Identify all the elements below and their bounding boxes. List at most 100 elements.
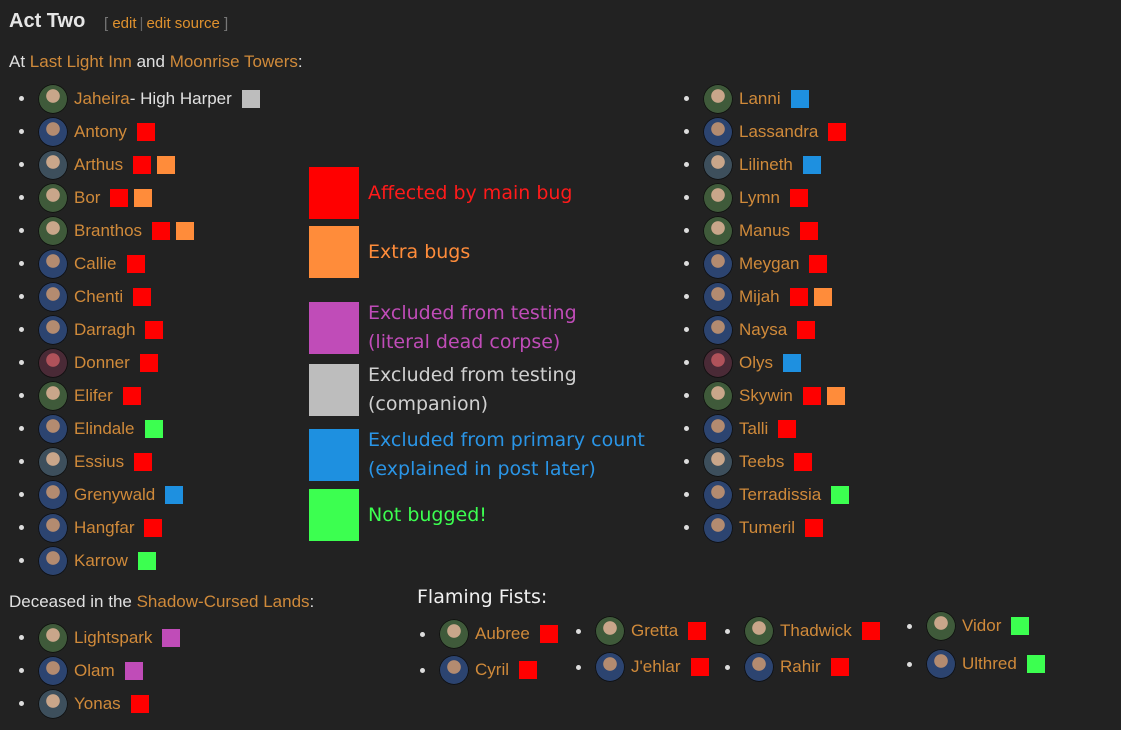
- status-square-red: [126, 254, 145, 273]
- portrait-icon[interactable]: [38, 314, 68, 345]
- npc-name-link[interactable]: Cyril: [475, 660, 509, 680]
- npc-name-link[interactable]: Elifer: [74, 386, 113, 406]
- npc-name-link[interactable]: Tumeril: [739, 518, 795, 538]
- npc-name-link[interactable]: Talli: [739, 419, 768, 439]
- npc-item-lanni: Lanni: [684, 82, 849, 115]
- npc-name-link[interactable]: Antony: [74, 122, 127, 142]
- status-square-red: [133, 287, 152, 306]
- npc-name-link[interactable]: Karrow: [74, 551, 128, 571]
- npc-name-link[interactable]: Callie: [74, 254, 117, 274]
- portrait-icon[interactable]: [38, 149, 68, 180]
- portrait-icon[interactable]: [703, 248, 733, 279]
- npc-name-link[interactable]: Thadwick: [780, 621, 852, 641]
- npc-name-link[interactable]: Hangfar: [74, 518, 134, 538]
- portrait-icon[interactable]: [703, 512, 733, 543]
- portrait-icon[interactable]: [38, 281, 68, 312]
- npc-list-left: Jaheira - High Harper Antony Arthus Bor Bran…: [19, 82, 260, 577]
- portrait-icon[interactable]: [38, 83, 68, 114]
- portrait-icon[interactable]: [703, 314, 733, 345]
- portrait-icon[interactable]: [439, 655, 469, 685]
- npc-name-link[interactable]: Yonas: [74, 694, 121, 714]
- npc-item-rahir: Rahir: [725, 649, 880, 685]
- portrait-icon[interactable]: [38, 446, 68, 477]
- npc-item-yonas: Yonas: [19, 687, 180, 720]
- npc-name-link[interactable]: Rahir: [780, 657, 821, 677]
- portrait-icon[interactable]: [38, 655, 68, 686]
- location-link-shadow-cursed-lands[interactable]: Shadow-Cursed Lands: [137, 592, 310, 611]
- location-link-last-light-inn[interactable]: Last Light Inn: [30, 52, 132, 71]
- bullet-icon: [19, 96, 24, 101]
- npc-name-link[interactable]: Arthus: [74, 155, 123, 175]
- npc-name-link[interactable]: Lilineth: [739, 155, 793, 175]
- portrait-icon[interactable]: [38, 116, 68, 147]
- bullet-icon: [684, 327, 689, 332]
- npc-name-link[interactable]: Olam: [74, 661, 115, 681]
- npc-name-link[interactable]: Olys: [739, 353, 773, 373]
- portrait-icon[interactable]: [38, 622, 68, 653]
- npc-name-link[interactable]: Lymn: [739, 188, 780, 208]
- portrait-icon[interactable]: [38, 545, 68, 576]
- portrait-icon[interactable]: [703, 116, 733, 147]
- portrait-icon[interactable]: [38, 688, 68, 719]
- portrait-icon[interactable]: [38, 479, 68, 510]
- npc-name-link[interactable]: Ulthred: [962, 654, 1017, 674]
- npc-name-link[interactable]: Teebs: [739, 452, 784, 472]
- npc-name-link[interactable]: Branthos: [74, 221, 142, 241]
- portrait-icon[interactable]: [703, 380, 733, 411]
- edit-source-link[interactable]: edit source: [146, 15, 219, 32]
- npc-name-link[interactable]: Lightspark: [74, 628, 152, 648]
- portrait-icon[interactable]: [38, 215, 68, 246]
- portrait-icon[interactable]: [703, 347, 733, 378]
- npc-name-link[interactable]: Terradissia: [739, 485, 821, 505]
- portrait-icon[interactable]: [703, 281, 733, 312]
- portrait-icon[interactable]: [595, 616, 625, 646]
- portrait-icon[interactable]: [744, 652, 774, 682]
- npc-name-link[interactable]: Naysa: [739, 320, 787, 340]
- portrait-icon[interactable]: [703, 446, 733, 477]
- portrait-icon[interactable]: [703, 149, 733, 180]
- npc-name-link[interactable]: Grenywald: [74, 485, 155, 505]
- edit-link[interactable]: edit: [112, 15, 136, 32]
- status-square-red: [139, 353, 158, 372]
- npc-name-link[interactable]: Jaheira: [74, 89, 130, 109]
- npc-name-link[interactable]: Chenti: [74, 287, 123, 307]
- npc-name-link[interactable]: Lassandra: [739, 122, 818, 142]
- npc-name-link[interactable]: Lanni: [739, 89, 781, 109]
- portrait-icon[interactable]: [38, 248, 68, 279]
- portrait-icon[interactable]: [926, 649, 956, 679]
- portrait-icon[interactable]: [38, 380, 68, 411]
- npc-name-link[interactable]: Essius: [74, 452, 124, 472]
- portrait-icon[interactable]: [38, 347, 68, 378]
- portrait-icon[interactable]: [926, 611, 956, 641]
- npc-name-link[interactable]: Aubree: [475, 624, 530, 644]
- flaming-fists-column: Vidor Ulthred: [907, 607, 1045, 683]
- legend-item-gray: Excluded from testing (companion): [309, 361, 588, 419]
- portrait-icon[interactable]: [595, 652, 625, 682]
- npc-name-link[interactable]: Skywin: [739, 386, 793, 406]
- portrait-icon[interactable]: [703, 479, 733, 510]
- portrait-icon[interactable]: [703, 182, 733, 213]
- npc-item-lymn: Lymn: [684, 181, 849, 214]
- npc-name-link[interactable]: Donner: [74, 353, 130, 373]
- bullet-icon: [684, 96, 689, 101]
- npc-name-link[interactable]: J'ehlar: [631, 657, 681, 677]
- portrait-icon[interactable]: [744, 616, 774, 646]
- portrait-icon[interactable]: [703, 83, 733, 114]
- npc-name-link[interactable]: Manus: [739, 221, 790, 241]
- npc-name-link[interactable]: Mijah: [739, 287, 780, 307]
- npc-name-link[interactable]: Gretta: [631, 621, 678, 641]
- npc-name-link[interactable]: Bor: [74, 188, 100, 208]
- npc-item-donner: Donner: [19, 346, 260, 379]
- location-link-moonrise-towers[interactable]: Moonrise Towers: [170, 52, 298, 71]
- portrait-icon[interactable]: [439, 619, 469, 649]
- npc-name-link[interactable]: Elindale: [74, 419, 135, 439]
- portrait-icon[interactable]: [38, 413, 68, 444]
- deceased-heading: Deceased in the Shadow-Cursed Lands:: [9, 592, 314, 612]
- portrait-icon[interactable]: [703, 413, 733, 444]
- npc-name-link[interactable]: Meygan: [739, 254, 799, 274]
- npc-name-link[interactable]: Vidor: [962, 616, 1001, 636]
- portrait-icon[interactable]: [703, 215, 733, 246]
- portrait-icon[interactable]: [38, 512, 68, 543]
- npc-name-link[interactable]: Darragh: [74, 320, 135, 340]
- portrait-icon[interactable]: [38, 182, 68, 213]
